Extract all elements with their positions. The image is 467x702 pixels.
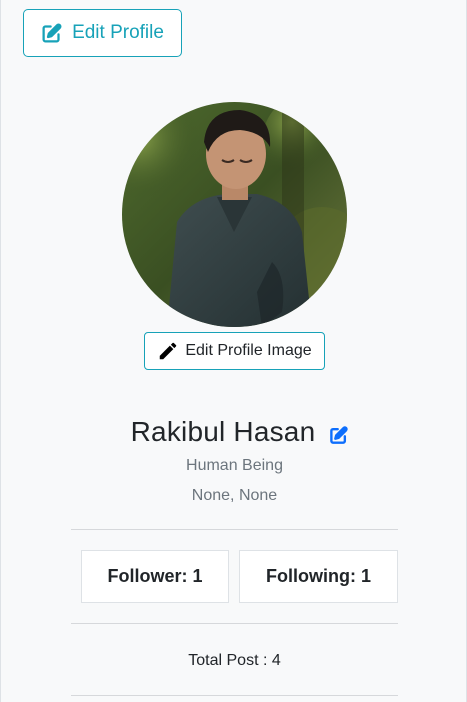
name-row: Rakibul Hasan [1,416,467,448]
follower-count-box[interactable]: Follower: 1 [81,550,229,603]
pencil-icon [157,340,179,362]
profile-location: None, None [191,487,278,504]
avatar [122,102,347,327]
edit-profile-image-button[interactable]: Edit Profile Image [144,332,325,370]
edit-square-icon [41,23,62,44]
divider [71,695,398,696]
divider [71,529,398,530]
edit-profile-button[interactable]: Edit Profile [23,9,182,57]
edit-profile-image-label: Edit Profile Image [185,342,312,359]
divider [71,623,398,624]
edit-square-icon[interactable] [329,420,349,445]
profile-bio: Human Being [186,457,283,474]
profile-page: Edit Profile Edit Profile Image Rakibul … [0,0,467,702]
edit-profile-label: Edit Profile [72,22,164,43]
total-post-count: Total Post : 4 [188,652,281,669]
profile-name: Rakibul Hasan [130,416,316,447]
following-count-box[interactable]: Following: 1 [239,550,398,603]
